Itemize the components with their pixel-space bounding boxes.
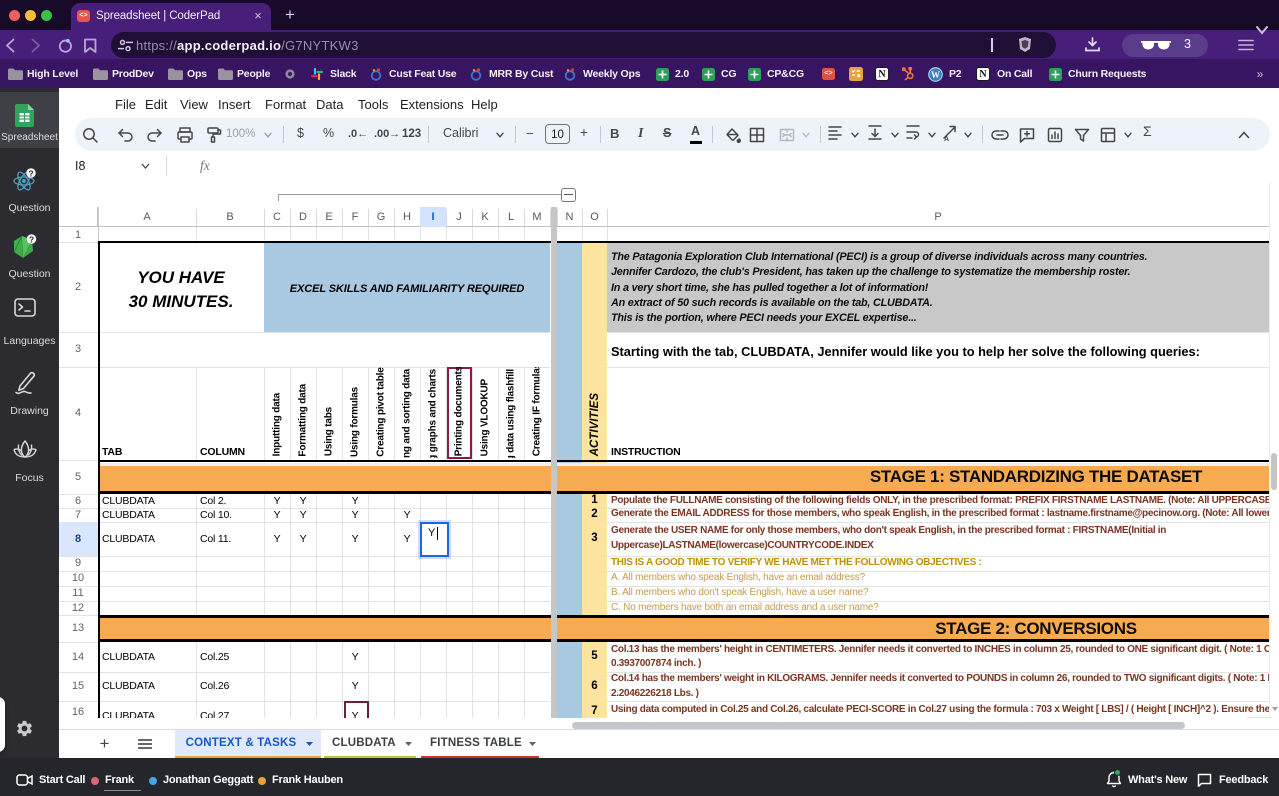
svg-text:?: ? bbox=[29, 235, 34, 245]
svg-text:A: A bbox=[944, 136, 949, 142]
svg-text:W: W bbox=[931, 70, 940, 80]
svg-text:?: ? bbox=[28, 169, 33, 179]
